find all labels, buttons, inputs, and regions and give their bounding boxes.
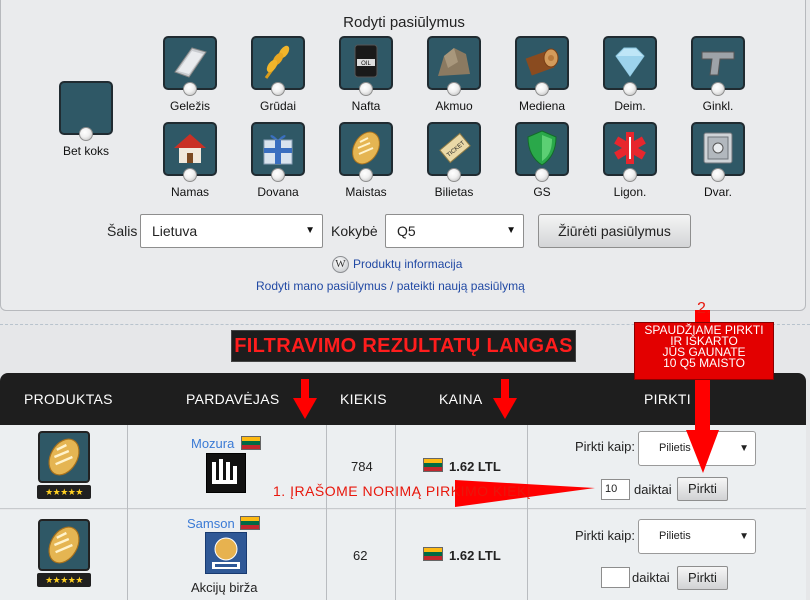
market-page: Rodyti pasiūlymus Bet koks Geležis Grūda… xyxy=(0,0,810,600)
annotation-step2-number: 2. xyxy=(697,300,712,317)
annotation-step2-box: SPAUDŽIAME PIRKTI IR IŠKARTO JŪS GAUNATE… xyxy=(634,322,774,380)
price-down-arrow-icon xyxy=(501,379,509,399)
annotation-step1: 1. ĮRAŠOME NORIMĄ PIRKIMO KIEKĮ xyxy=(273,483,532,499)
seller-down-arrow-icon xyxy=(301,379,309,399)
annotation-arrows xyxy=(293,310,719,507)
annotation-line: 10 Q5 MAISTO xyxy=(663,356,745,370)
